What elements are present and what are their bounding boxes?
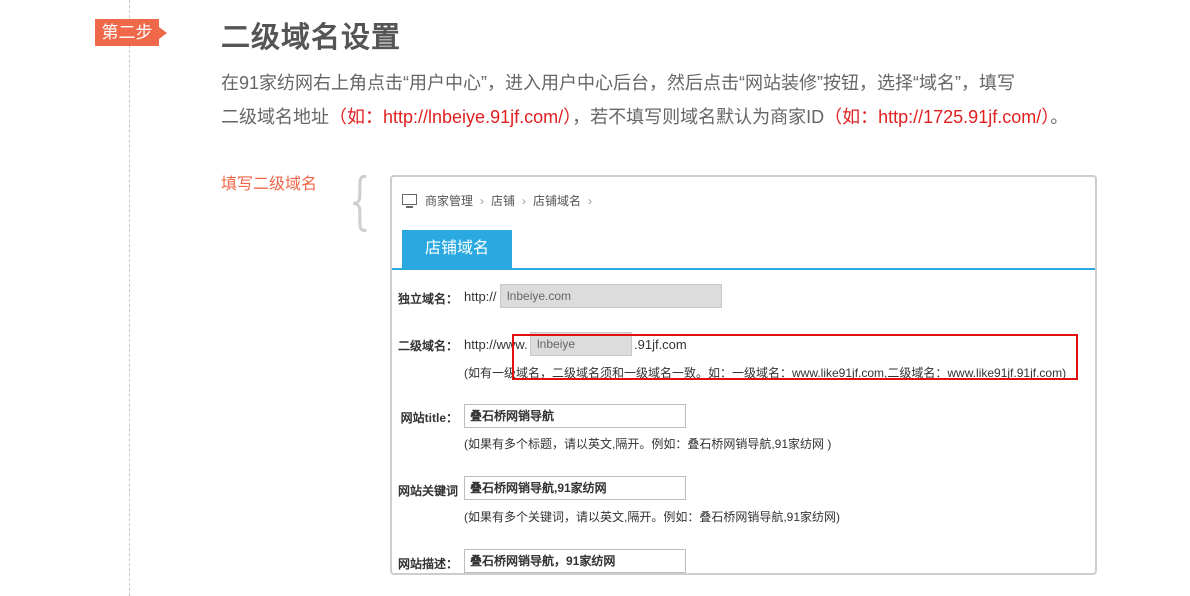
section-title: 二级域名设置 bbox=[221, 22, 402, 54]
keywords-label: 网站关键词： bbox=[392, 484, 458, 498]
instructions-line-1: 在91家纺网右上角点击“用户中心”，进入用户中心后台，然后点击“网站装修”按钮，… bbox=[221, 73, 1015, 93]
standalone-domain-prefix: http:// bbox=[464, 289, 497, 304]
step-badge-arrow-icon bbox=[159, 27, 167, 39]
step-badge-label: 第二步 bbox=[101, 23, 153, 42]
site-title-hint: (如果有多个标题，请以英文,隔开。例如：叠石桥网销导航,91家纺网 ) bbox=[464, 437, 832, 451]
monitor-icon bbox=[402, 194, 417, 208]
breadcrumb-separator: › bbox=[480, 193, 485, 208]
subdomain-label: 二级域名： bbox=[397, 339, 458, 353]
standalone-domain-input[interactable]: lnbeiye.com bbox=[500, 284, 722, 308]
site-title-input[interactable]: 叠石桥网销导航 bbox=[464, 404, 686, 428]
keywords-input[interactable]: 叠石桥网销导航,91家纺网 bbox=[464, 476, 686, 500]
instructions-line-2b: ，若不填写则域名默认为商家ID bbox=[572, 107, 825, 127]
tab-underline bbox=[392, 268, 1095, 270]
instructions-line-2c: 。 bbox=[1050, 107, 1069, 127]
instructions-paragraph: 在91家纺网右上角点击“用户中心”，进入用户中心后台，然后点击“网站装修”按钮，… bbox=[221, 66, 1141, 134]
breadcrumb-item-merchant[interactable]: 商家管理 bbox=[425, 192, 473, 209]
example-url-2: （如：http://1725.91jf.com/） bbox=[824, 107, 1051, 127]
breadcrumb-item-store-domain[interactable]: 店铺域名 bbox=[533, 192, 581, 209]
breadcrumb: 商家管理 › 店铺 › 店铺域名 › bbox=[402, 192, 599, 209]
description-label: 网站描述： bbox=[397, 557, 458, 571]
breadcrumb-separator: › bbox=[588, 193, 593, 208]
breadcrumb-separator: › bbox=[522, 193, 527, 208]
step-badge: 第二步 bbox=[95, 19, 167, 46]
keywords-hint: (如果有多个关键词，请以英文,隔开。例如：叠石桥网销导航,91家纺网) bbox=[464, 510, 841, 524]
tab-store-domain[interactable]: 店铺域名 bbox=[402, 230, 512, 268]
example-url-1: （如：http://lnbeiye.91jf.com/） bbox=[329, 107, 573, 127]
side-label: 填写二级域名 bbox=[221, 176, 318, 193]
description-input[interactable]: 叠石桥网销导航，91家纺网 bbox=[464, 549, 686, 573]
highlight-box bbox=[512, 334, 1078, 380]
instructions-line-2a: 二级域名地址 bbox=[221, 107, 329, 127]
embedded-screenshot: 商家管理 › 店铺 › 店铺域名 › 店铺域名 独立域名： http:// ln… bbox=[390, 175, 1097, 575]
standalone-domain-label: 独立域名： bbox=[397, 292, 458, 306]
breadcrumb-item-store[interactable]: 店铺 bbox=[491, 192, 515, 209]
timeline-dashed-line bbox=[129, 0, 130, 596]
site-title-label: 网站title： bbox=[400, 411, 458, 425]
left-brace-icon: { bbox=[348, 164, 371, 237]
